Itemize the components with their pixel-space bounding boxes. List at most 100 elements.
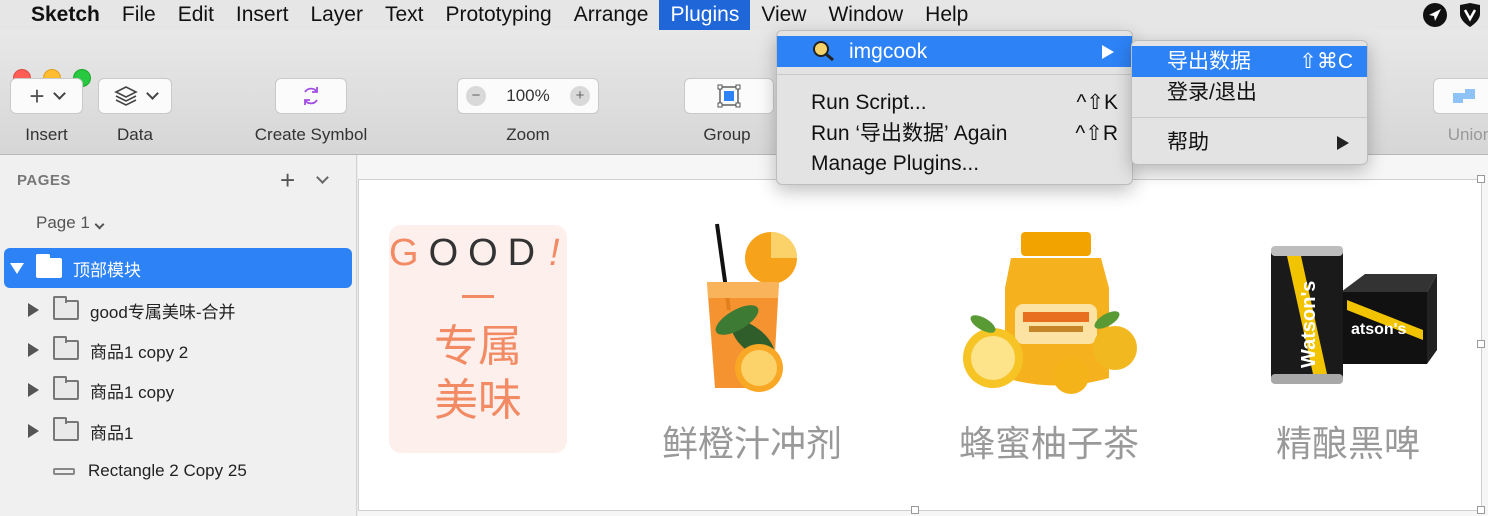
create-symbol-button[interactable]: [275, 78, 347, 114]
current-page: Page 1: [36, 213, 90, 232]
shield-icon[interactable]: [1458, 2, 1482, 28]
folder-mask-icon: [53, 296, 79, 320]
disclosure-open-icon[interactable]: [10, 262, 24, 274]
menu-sketch[interactable]: Sketch: [20, 0, 111, 30]
data-button[interactable]: [98, 78, 172, 114]
disclosure-closed-icon[interactable]: [28, 343, 39, 357]
add-page-button[interactable]: +: [280, 165, 295, 196]
group-label: Group: [703, 125, 751, 144]
product-name: 蜂蜜柚子茶: [959, 424, 1140, 465]
chevron-down-icon: [94, 219, 105, 230]
run-again-shortcut: ^⇧R: [1075, 122, 1118, 145]
run-again-label: Run ‘导出数据’ Again: [811, 122, 1008, 145]
watsons-beer-image[interactable]: atson's Watson's: [1267, 240, 1437, 390]
menu-insert[interactable]: Insert: [225, 0, 300, 30]
menu-help[interactable]: Help: [914, 0, 979, 30]
folder-icon: [53, 417, 79, 441]
layer-row-product-copy[interactable]: 商品1 copy: [0, 370, 357, 410]
menu-item-login-logout[interactable]: 登录/退出: [1132, 77, 1367, 108]
product-name: 精酿黑啤: [1276, 424, 1421, 465]
layer-row-rectangle[interactable]: Rectangle 2 Copy 25: [0, 451, 357, 491]
slogan-line-1: 专属: [434, 321, 522, 372]
magnifier-icon: [813, 41, 834, 62]
layer-row-product-copy-2[interactable]: 商品1 copy 2: [0, 330, 357, 370]
sketch-window: Sketch File Edit Insert Layer Text Proto…: [0, 0, 1488, 516]
collapse-pages-button[interactable]: [316, 169, 329, 187]
zoom-in-button[interactable]: +: [569, 86, 590, 106]
layer-row-good[interactable]: good专属美味-合并: [0, 290, 357, 330]
zoom-control: − 100% +: [457, 78, 599, 114]
chevron-down-icon: [316, 171, 329, 184]
slogan-line-2: 美味: [434, 375, 522, 426]
layers-icon: [113, 86, 138, 106]
menu-arrange[interactable]: Arrange: [563, 0, 660, 30]
resize-handle[interactable]: [1477, 506, 1485, 514]
layer-label: 顶部模块: [73, 260, 141, 280]
menu-window[interactable]: Window: [817, 0, 914, 30]
good-slogan: 专属 美味: [405, 320, 551, 428]
disclosure-closed-icon[interactable]: [28, 383, 39, 397]
menu-item-help[interactable]: 帮助: [1132, 127, 1367, 158]
svg-text:Watson's: Watson's: [1298, 281, 1320, 368]
resize-handle[interactable]: [911, 506, 919, 514]
union-button[interactable]: [1433, 78, 1488, 114]
group-icon: [717, 84, 741, 108]
page-selector[interactable]: Page 1: [36, 213, 105, 233]
orange-juice-image[interactable]: [679, 220, 809, 400]
chevron-down-icon: [145, 86, 159, 100]
insert-label: Insert: [25, 125, 68, 144]
layers-sidebar: PAGES + Page 1 顶部模块 good专属美味-合并 商品1 copy…: [0, 155, 357, 516]
zoom-label: Zoom: [506, 125, 550, 144]
layer-row-product-1[interactable]: 商品1: [0, 411, 357, 451]
submenu-arrow-icon: [1337, 136, 1349, 150]
menu-separator: [777, 74, 1132, 75]
plugins-menu: imgcook Run Script... ^⇧K Run ‘导出数据’ Aga…: [776, 30, 1133, 185]
menu-prototyping[interactable]: Prototyping: [434, 0, 562, 30]
folder-icon: [53, 376, 79, 400]
good-letter: G: [389, 232, 429, 274]
folder-icon: [36, 254, 62, 278]
run-script-label: Run Script...: [811, 91, 927, 114]
menu-item-imgcook[interactable]: imgcook: [777, 36, 1132, 67]
layer-row-top-module[interactable]: 顶部模块: [4, 248, 352, 288]
submenu-arrow-icon: [1102, 45, 1114, 59]
menu-view[interactable]: View: [750, 0, 817, 30]
export-data-shortcut: ⇧⌘C: [1299, 50, 1353, 73]
honey-citron-tea-image[interactable]: [959, 228, 1139, 398]
layer-label: 商品1: [90, 423, 134, 443]
macos-menubar: Sketch File Edit Insert Layer Text Proto…: [0, 0, 1488, 30]
login-logout-label: 登录/退出: [1167, 81, 1257, 104]
good-exclaim: !: [549, 232, 560, 274]
menu-text[interactable]: Text: [374, 0, 435, 30]
menu-edit[interactable]: Edit: [167, 0, 225, 30]
artboard[interactable]: GOOD ! 专属 美味 鲜橙汁冲剂 蜂蜜柚子茶 atson's Watson'…: [358, 175, 1485, 514]
canvas[interactable]: GOOD ! 专属 美味 鲜橙汁冲剂 蜂蜜柚子茶 atson's Watson'…: [358, 155, 1488, 516]
imgcook-submenu: 导出数据 ⇧⌘C 登录/退出 帮助: [1131, 40, 1368, 165]
folder-icon: [53, 336, 79, 360]
resize-handle[interactable]: [1477, 175, 1485, 183]
menu-layer[interactable]: Layer: [299, 0, 374, 30]
menu-item-run-again[interactable]: Run ‘导出数据’ Again ^⇧R: [777, 118, 1132, 149]
union-label: Union: [1447, 125, 1488, 144]
menu-file[interactable]: File: [111, 0, 167, 30]
zoom-value[interactable]: 100%: [506, 86, 549, 106]
menu-item-export-data[interactable]: 导出数据 ⇧⌘C: [1132, 46, 1367, 77]
menu-item-manage-plugins[interactable]: Manage Plugins...: [777, 148, 1132, 179]
group-button[interactable]: [684, 78, 774, 114]
layer-label: Rectangle 2 Copy 25: [88, 461, 247, 480]
imgcook-label: imgcook: [849, 40, 928, 63]
disclosure-closed-icon[interactable]: [28, 424, 39, 438]
layer-label: 商品1 copy 2: [90, 342, 189, 362]
insert-button[interactable]: +: [10, 78, 83, 114]
zoom-out-button[interactable]: −: [466, 86, 486, 106]
pages-header: PAGES: [17, 172, 71, 189]
layer-label: 商品1 copy: [90, 382, 175, 402]
chevron-down-icon: [52, 86, 66, 100]
disclosure-closed-icon[interactable]: [28, 303, 39, 317]
create-symbol-label: Create Symbol: [254, 125, 368, 144]
resize-handle[interactable]: [1477, 340, 1485, 348]
menu-item-run-script[interactable]: Run Script... ^⇧K: [777, 87, 1132, 118]
run-script-shortcut: ^⇧K: [1076, 91, 1118, 114]
menu-plugins[interactable]: Plugins: [659, 0, 751, 30]
location-arrow-icon[interactable]: [1422, 2, 1448, 28]
